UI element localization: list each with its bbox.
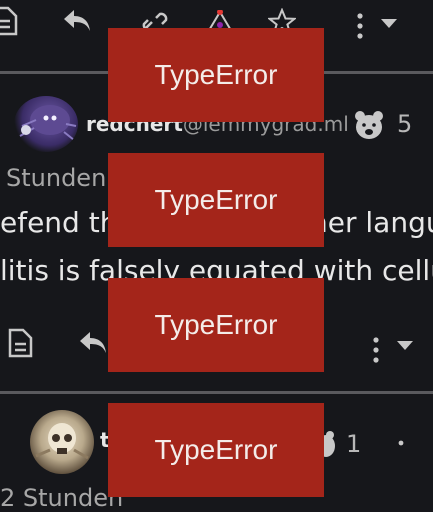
bear-icon — [355, 111, 383, 139]
spider-avatar-icon — [19, 105, 77, 141]
more-horizontal-dot-icon[interactable] — [396, 438, 406, 448]
comment-feed: redchert@lemmygrad.ml 5 Stunden efend th… — [0, 0, 433, 512]
comment-body-line-1b: her langu — [310, 206, 433, 239]
document-icon[interactable] — [8, 328, 34, 358]
timestamp: Stunden — [6, 164, 107, 192]
error-banner: TypeError — [108, 28, 324, 122]
comment-body-line-1a: efend th — [0, 206, 118, 239]
reply-icon[interactable] — [78, 330, 108, 356]
chevron-down-icon[interactable] — [380, 18, 398, 30]
divider — [0, 391, 433, 394]
more-vertical-icon[interactable] — [354, 12, 366, 40]
skull-avatar-icon — [35, 423, 89, 460]
reply-icon[interactable] — [62, 8, 92, 34]
timestamp: 2 Stunden — [0, 484, 124, 512]
vote-count: 5 — [397, 110, 413, 138]
error-banner: TypeError — [108, 403, 324, 497]
error-banner: TypeError — [108, 153, 324, 247]
avatar[interactable] — [30, 410, 94, 474]
avatar[interactable] — [14, 96, 78, 152]
document-icon[interactable] — [0, 6, 18, 36]
error-banner: TypeError — [108, 278, 324, 372]
chevron-down-icon[interactable] — [396, 340, 414, 352]
more-vertical-icon[interactable] — [370, 336, 382, 364]
vote-count: 1 — [346, 430, 362, 458]
